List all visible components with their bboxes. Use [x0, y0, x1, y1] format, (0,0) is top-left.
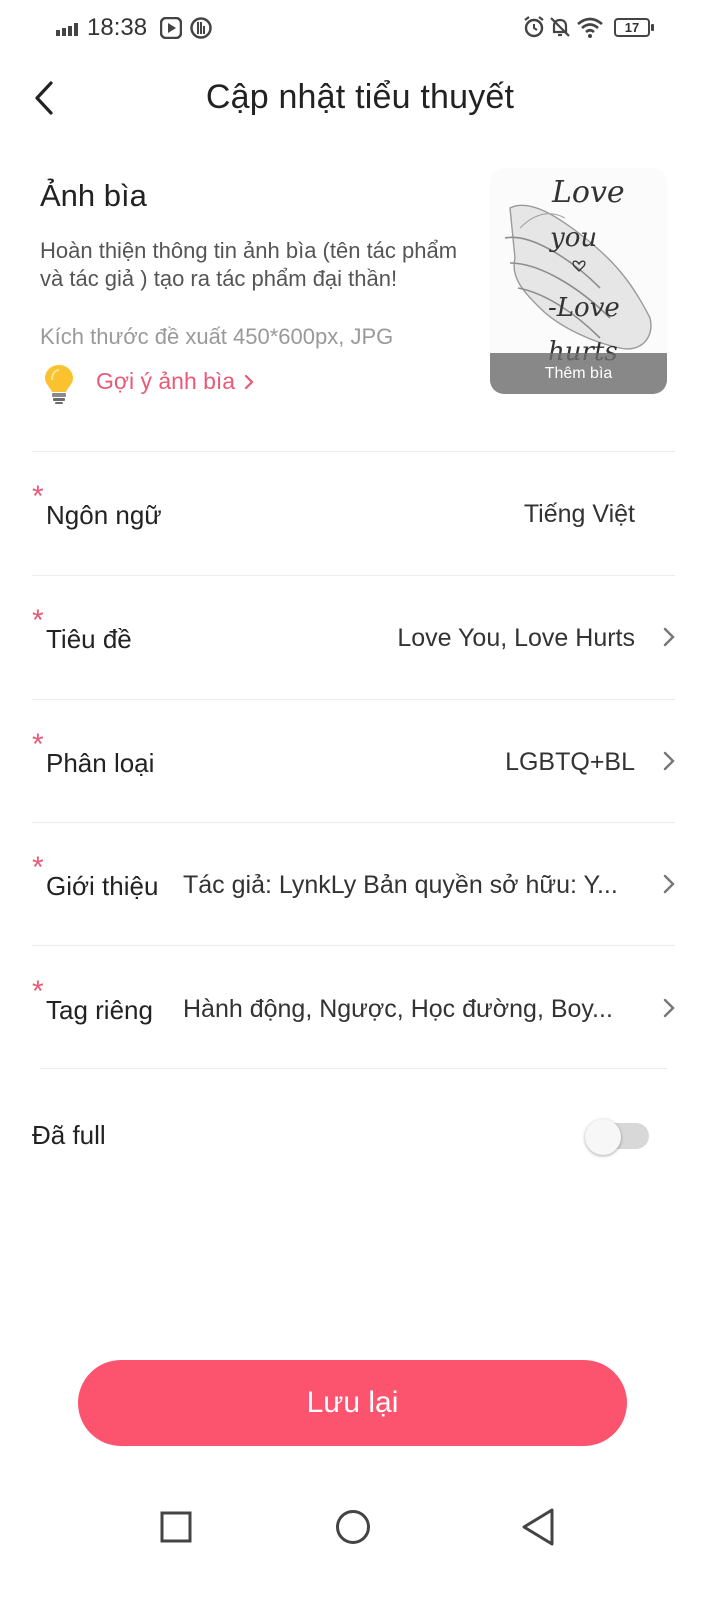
bulb-icon	[45, 365, 73, 404]
row-label-title: Tiêu đề	[46, 624, 132, 654]
chevron-right-icon	[663, 998, 675, 1018]
required-marker: *	[32, 851, 44, 884]
cover-suggestion-label: Gợi ý ảnh bìa	[96, 368, 236, 394]
row-label-tags: Tag riêng	[46, 995, 153, 1025]
status-bar: 18:38 17	[0, 0, 720, 56]
triangle-nav-icon	[522, 1508, 554, 1546]
row-value-tags: Hành động, Ngược, Học đường, Boy...	[183, 995, 613, 1023]
completed-label: Đã full	[32, 1120, 106, 1150]
row-label-language: Ngôn ngữ	[46, 500, 162, 530]
app-icon	[190, 17, 212, 39]
divider	[32, 822, 675, 823]
form-row-category[interactable]: * Phân loại LGBTQ+BL	[32, 702, 688, 824]
cover-text-love: Love	[551, 175, 625, 210]
required-marker: *	[32, 728, 44, 761]
signal-icon	[56, 23, 78, 36]
mute-icon	[550, 17, 570, 37]
row-value-language: Tiếng Việt	[523, 500, 635, 528]
row-label-introduction: Giới thiệu	[46, 871, 159, 901]
square-nav-icon	[160, 1511, 192, 1543]
divider	[32, 699, 675, 700]
cover-heading: Ảnh bìa	[40, 178, 147, 213]
row-value-introduction: Tác giả: LynkLy Bản quyền sở hữu: Y...	[183, 871, 618, 899]
divider	[32, 945, 675, 946]
circle-nav-icon	[336, 1510, 370, 1544]
add-cover-overlay: Thêm bìa	[490, 353, 667, 394]
wifi-icon	[577, 17, 603, 38]
divider	[40, 1068, 667, 1069]
form-row-language[interactable]: * Ngôn ngữ Tiếng Việt	[32, 454, 688, 576]
chevron-right-icon	[245, 374, 254, 389]
cover-text-you: you	[549, 223, 597, 253]
form-row-tags[interactable]: * Tag riêng Hành động, Ngược, Học đường,…	[32, 949, 688, 1071]
form-row-title[interactable]: * Tiêu đề Love You, Love Hurts	[32, 578, 688, 700]
cover-size-hint: Kích thước đề xuất 450*600px, JPG	[40, 324, 394, 349]
row-value-category: LGBTQ+BL	[505, 748, 635, 776]
required-marker: *	[32, 480, 44, 513]
chevron-right-icon	[663, 751, 675, 771]
toggle-knob	[585, 1119, 621, 1155]
save-button[interactable]: Lưu lại	[78, 1360, 627, 1446]
media-icon	[160, 17, 182, 39]
home-button[interactable]	[331, 1505, 375, 1549]
row-label-category: Phân loại	[46, 748, 155, 778]
cover-text-love-2: -Love	[548, 293, 620, 323]
battery-icon: 17	[614, 18, 654, 37]
completed-toggle[interactable]	[585, 1119, 649, 1155]
cover-image[interactable]: Love you -Love hurts Thêm bìa	[490, 168, 667, 394]
row-value-title: Love You, Love Hurts	[397, 624, 635, 652]
required-marker: *	[32, 604, 44, 637]
form-row-introduction[interactable]: * Giới thiệu Tác giả: LynkLy Bản quyền s…	[32, 825, 688, 947]
back-nav-button[interactable]	[516, 1505, 560, 1549]
cover-suggestion-link[interactable]: Gợi ý ảnh bìa	[96, 368, 255, 395]
page-title: Cập nhật tiểu thuyết	[205, 78, 515, 116]
recent-apps-button[interactable]	[154, 1505, 198, 1549]
required-marker: *	[32, 975, 44, 1008]
chevron-right-icon	[663, 627, 675, 647]
divider	[32, 451, 675, 452]
status-time: 18:38	[87, 14, 148, 41]
cover-description: Hoàn thiện thông tin ảnh bìa (tên tác ph…	[40, 238, 458, 291]
alarm-icon	[524, 16, 544, 38]
divider	[32, 575, 675, 576]
chevron-right-icon	[663, 874, 675, 894]
